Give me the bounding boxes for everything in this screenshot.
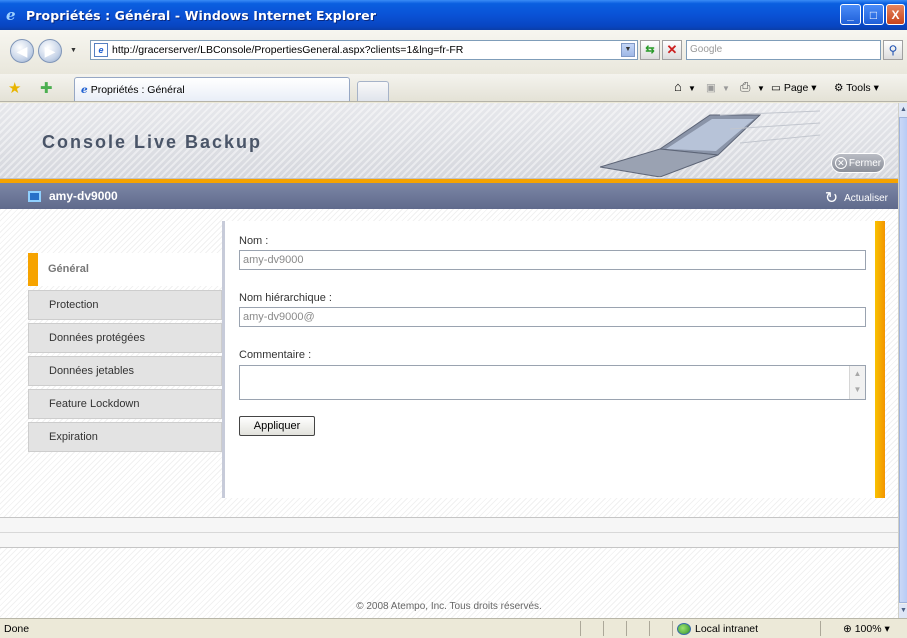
tools-menu[interactable]: ⚙ Tools ▾ (834, 82, 879, 94)
globe-icon (677, 623, 691, 635)
print-dropdown-icon[interactable]: ▼ (757, 84, 765, 93)
zoom-icon: ⊕ (843, 623, 855, 635)
feeds-icon[interactable]: ▣ (706, 82, 716, 94)
tab-proprietes-general[interactable]: e Propriétés : Général (74, 77, 350, 101)
status-separator (626, 621, 627, 636)
ie-page-icon: e (81, 83, 88, 96)
security-zone[interactable]: Local intranet (677, 623, 758, 635)
menu-item-expiration[interactable]: Expiration (28, 422, 222, 452)
actualiser-label: Actualiser (844, 192, 888, 204)
new-tab-button[interactable] (357, 81, 389, 101)
host-bar: amy-dv9000 ↻ Actualiser (0, 183, 898, 209)
side-menu: Général Protection Données protégées Don… (28, 253, 222, 455)
stop-button[interactable]: ✕ (662, 40, 682, 60)
url-text[interactable]: http://gracerserver/LBConsole/Properties… (112, 44, 463, 56)
minimize-icon: _ (847, 7, 854, 22)
commentaire-label: Commentaire : (239, 349, 312, 361)
page-icon: e (94, 43, 108, 57)
status-separator (820, 621, 821, 636)
computer-icon (28, 190, 41, 202)
refresh-page-button[interactable]: ⇆ (640, 40, 660, 60)
favorites-star-icon[interactable]: ★ (8, 79, 21, 97)
tab-label: Propriétés : Général (90, 83, 185, 96)
page-menu-label: Page (783, 82, 809, 94)
nom-hierarchique-label: Nom hiérarchique : (239, 292, 332, 304)
scroll-thumb[interactable] (899, 117, 907, 603)
maximize-button[interactable]: □ (863, 4, 884, 25)
tools-menu-label: Tools (846, 82, 871, 94)
scroll-up-arrow-icon[interactable]: ▲ (899, 103, 907, 117)
page-content: Console Live Backup ✕ Fermer amy-dv9000 … (0, 103, 898, 618)
page-icon-small: ▭ (771, 82, 784, 94)
close-window-button[interactable]: X (886, 4, 905, 25)
actualiser-button[interactable]: ↻ Actualiser (825, 188, 888, 208)
panel-accent-stripe (875, 221, 885, 498)
menu-item-general[interactable]: Général (28, 253, 222, 286)
url-dropdown-icon[interactable]: ▼ (621, 43, 635, 57)
ie-logo-icon: e (6, 6, 16, 24)
window-titlebar: e Propriétés : Général - Windows Interne… (0, 0, 907, 30)
address-bar[interactable]: e http://gracerserver/LBConsole/Properti… (90, 40, 638, 60)
forward-button[interactable]: ▶ (38, 39, 62, 63)
feeds-dropdown-icon[interactable]: ▼ (722, 84, 730, 93)
textarea-scrollbar[interactable]: ▲ ▼ (849, 366, 865, 399)
fermer-button[interactable]: ✕ Fermer (831, 153, 885, 173)
menu-item-protection[interactable]: Protection (28, 290, 222, 320)
copyright: © 2008 Atempo, Inc. Tous droits réservés… (356, 601, 542, 612)
fermer-label: Fermer (848, 157, 882, 169)
commentaire-textarea[interactable]: ▲ ▼ (239, 365, 866, 400)
search-icon: ⚲ (888, 43, 898, 57)
address-toolbar: ◀ ▶ ▼ e http://gracerserver/LBConsole/Pr… (0, 30, 907, 74)
search-button[interactable]: ⚲ (883, 40, 903, 60)
gear-icon: ⚙ (834, 82, 847, 94)
menu-item-feature-lockdown[interactable]: Feature Lockdown (28, 389, 222, 419)
minimize-button[interactable]: _ (840, 4, 861, 25)
app-brand: Console Live Backup (42, 132, 263, 152)
forward-arrow-icon: ▶ (44, 43, 56, 59)
menu-item-donnees-protegees[interactable]: Données protégées (28, 323, 222, 353)
status-separator (672, 621, 673, 636)
home-dropdown-icon[interactable]: ▼ (688, 84, 696, 93)
hostname: amy-dv9000 (49, 189, 118, 203)
close-icon: X (891, 7, 900, 22)
status-separator (603, 621, 604, 636)
scroll-up-icon[interactable]: ▲ (850, 366, 865, 382)
scroll-down-icon[interactable]: ▼ (850, 382, 865, 398)
refresh-arrows-icon: ⇆ (645, 44, 655, 56)
stop-icon: ✕ (666, 42, 678, 57)
appliquer-button[interactable]: Appliquer (239, 416, 315, 436)
back-arrow-icon: ◀ (16, 43, 28, 59)
status-separator (580, 621, 581, 636)
window-title: Propriétés : Général - Windows Internet … (26, 7, 377, 23)
properties-form: Nom : amy-dv9000 Nom hiérarchique : amy-… (222, 221, 875, 498)
scroll-down-arrow-icon[interactable]: ▼ (899, 604, 907, 618)
window-controls: _ □ X (840, 4, 905, 25)
zoom-level: 100% (854, 623, 882, 635)
close-circle-icon: ✕ (834, 157, 847, 169)
page-scrollbar[interactable]: ▲ ▼ (898, 103, 907, 618)
nom-hierarchique-field[interactable]: amy-dv9000@ (239, 307, 866, 327)
add-favorite-icon[interactable]: ✚ (40, 79, 53, 97)
nom-field[interactable]: amy-dv9000 (239, 250, 866, 270)
home-icon[interactable]: ⌂ (674, 79, 682, 94)
app-banner: Console Live Backup ✕ Fermer (0, 103, 898, 179)
refresh-icon: ↻ (824, 190, 839, 207)
status-text: Done (4, 623, 30, 635)
footer-bands (0, 517, 898, 548)
maximize-icon: □ (869, 7, 878, 22)
nom-label: Nom : (239, 235, 269, 247)
history-dropdown-icon[interactable]: ▼ (70, 47, 77, 54)
back-button[interactable]: ◀ (10, 39, 34, 63)
laptop-illustration-icon (600, 110, 820, 177)
menu-item-donnees-jetables[interactable]: Données jetables (28, 356, 222, 386)
status-separator (649, 621, 650, 636)
page-menu[interactable]: ▭ Page ▾ (771, 82, 817, 94)
status-bar: Done Local intranet ⊕ 100% ▾ (0, 618, 907, 638)
tab-bar: ★ ✚ e Propriétés : Général ⌂ ▼ ▣ ▼ ⎙ ▼ ▭… (0, 74, 907, 102)
print-icon[interactable]: ⎙ (740, 79, 750, 95)
search-input[interactable]: Google (686, 40, 881, 60)
zoom-control[interactable]: ⊕ 100% ▾ (843, 623, 890, 635)
zone-label: Local intranet (695, 623, 759, 635)
